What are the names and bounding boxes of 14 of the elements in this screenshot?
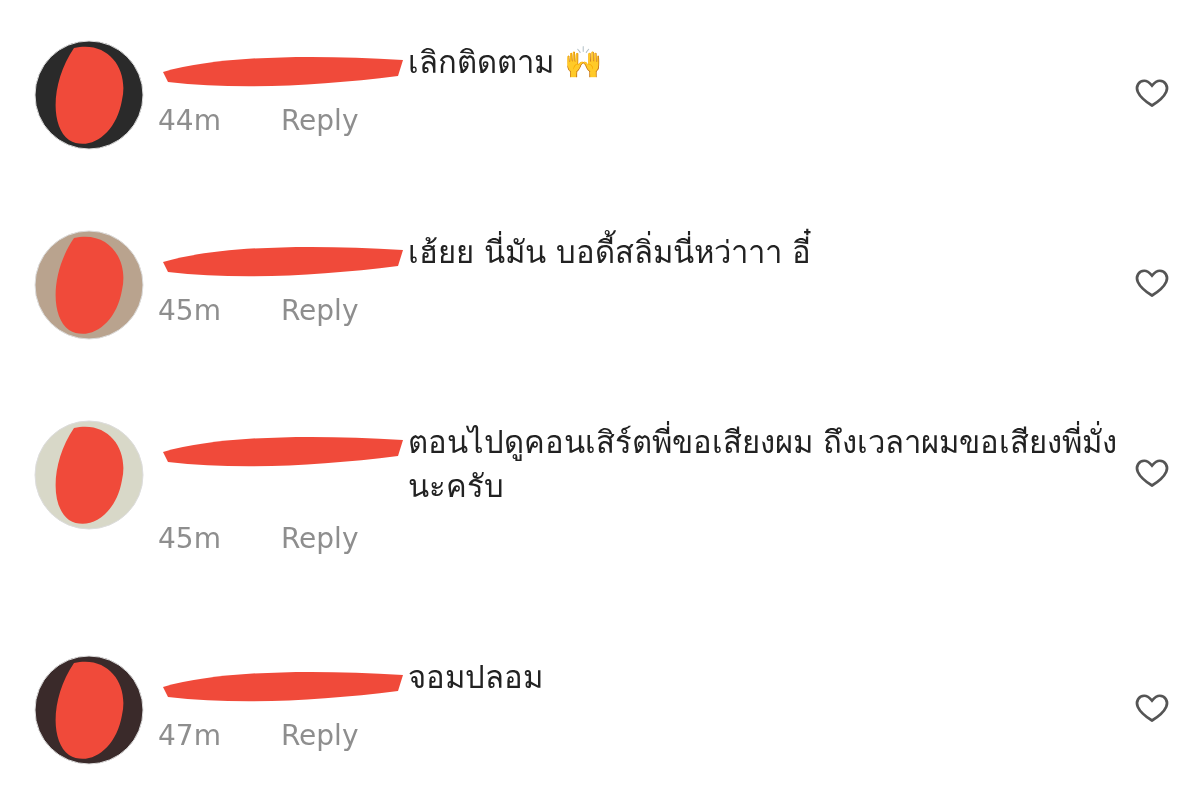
avatar-icon[interactable] [34, 40, 144, 150]
comment-time: 44m [158, 104, 221, 137]
reply-link[interactable]: Reply [280, 104, 359, 137]
avatar-icon[interactable] [34, 655, 144, 765]
reply-link[interactable]: Reply [280, 294, 359, 327]
comment-time: 47m [158, 719, 221, 752]
comment-time: 45m [158, 522, 221, 555]
reply-link[interactable]: Reply [280, 719, 359, 752]
comment-text: เฮ้ยย นี่มัน บอดี้สลิ่มนี่หว่าาา อี๋ [408, 230, 811, 274]
reply-link[interactable]: Reply [280, 522, 359, 555]
comment-time: 45m [158, 294, 221, 327]
comment-text: จอมปลอม [408, 658, 543, 697]
comment-text: เลิกติดตาม 🙌 [408, 43, 603, 82]
comment-text: ตอนไปดูคอนเสิร์ตพี่ขอเสียงผม ถึงเวลาผมขอเสียงพี่มั่งนะครับ [408, 420, 1134, 508]
